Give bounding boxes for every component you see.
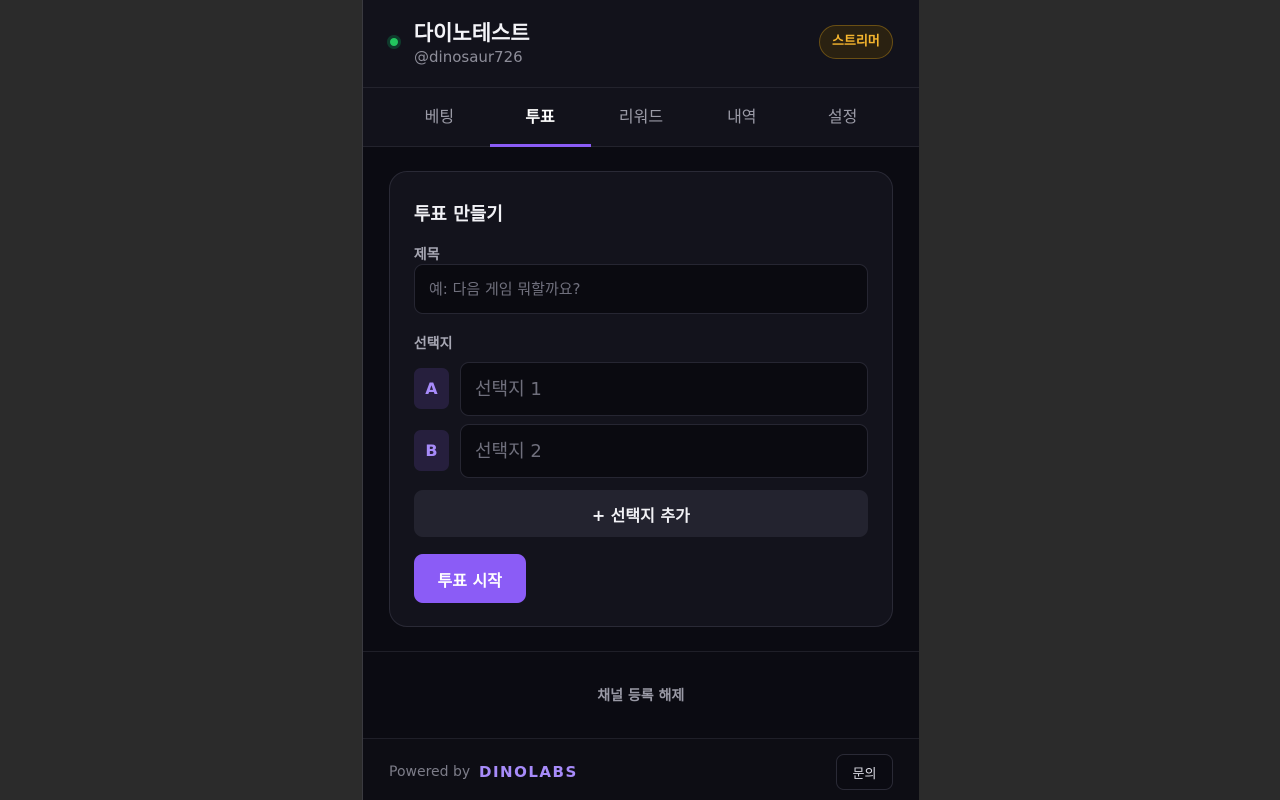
tab-poll[interactable]: 투표 bbox=[489, 88, 591, 147]
channel-header: 다이노테스트 @dinosaur726 스트리머 bbox=[363, 0, 919, 88]
tab-settings[interactable]: 설정 bbox=[792, 88, 893, 146]
channel-handle: @dinosaur726 bbox=[414, 48, 523, 66]
extension-panel: 다이노테스트 @dinosaur726 스트리머 베팅 투표 리워드 내역 설정… bbox=[362, 0, 919, 800]
add-option-button[interactable]: + 선택지 추가 bbox=[414, 490, 868, 537]
option-input-2[interactable] bbox=[460, 424, 868, 478]
channel-name: 다이노테스트 bbox=[414, 21, 530, 45]
start-poll-button[interactable]: 투표 시작 bbox=[414, 554, 526, 603]
option-input-1[interactable] bbox=[460, 362, 868, 416]
title-field-label: 제목 bbox=[414, 247, 440, 263]
inquiry-button[interactable]: 문의 bbox=[836, 754, 893, 790]
divider bbox=[363, 651, 919, 652]
footer: Powered by DINOLABS 문의 bbox=[363, 738, 919, 800]
poll-create-card: 투표 만들기 제목 선택지 A B + 선택지 추가 투표 시작 bbox=[389, 171, 893, 627]
unregister-channel-link[interactable]: 채널 등록 해제 bbox=[363, 685, 919, 705]
role-badge: 스트리머 bbox=[819, 25, 893, 59]
tab-bar: 베팅 투표 리워드 내역 설정 bbox=[363, 88, 919, 147]
online-status-icon bbox=[387, 35, 401, 49]
tab-betting[interactable]: 베팅 bbox=[389, 88, 490, 146]
brand-logo: DINOLABS bbox=[479, 763, 578, 781]
tab-history[interactable]: 내역 bbox=[691, 88, 792, 146]
options-label: 선택지 bbox=[414, 336, 453, 352]
tab-rewards[interactable]: 리워드 bbox=[591, 88, 692, 146]
option-letter-b: B bbox=[414, 430, 449, 471]
powered-by-text: Powered by bbox=[389, 764, 471, 780]
poll-title-input[interactable] bbox=[414, 264, 868, 314]
card-title: 투표 만들기 bbox=[414, 204, 504, 225]
option-letter-a: A bbox=[414, 368, 449, 409]
